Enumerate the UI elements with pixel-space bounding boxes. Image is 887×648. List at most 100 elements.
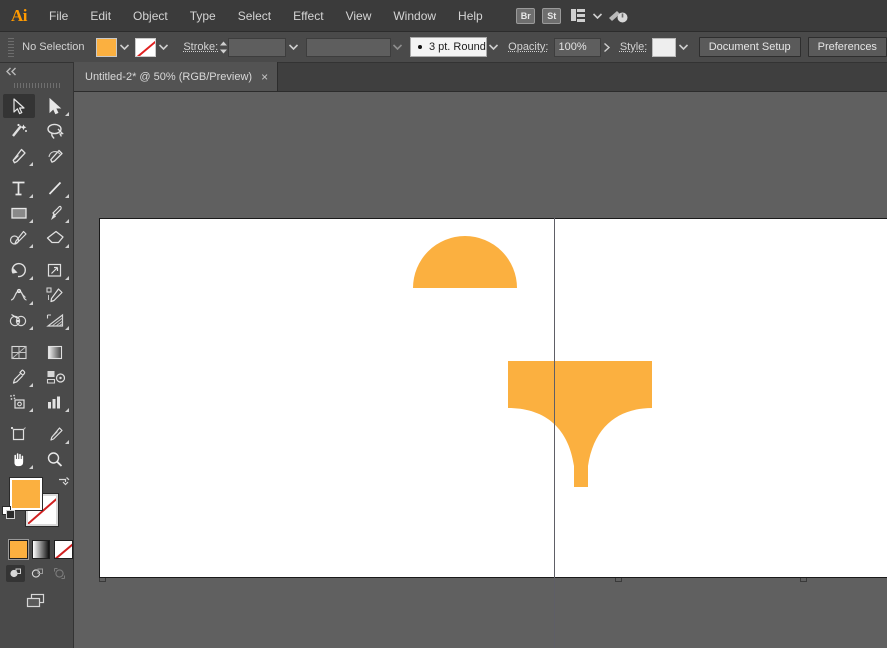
menu-item-edit[interactable]: Edit — [79, 0, 122, 32]
funnel-shape[interactable] — [508, 361, 654, 489]
stroke-weight-stepper[interactable] — [218, 37, 228, 57]
arrange-documents-button[interactable] — [565, 0, 591, 32]
color-mode-button[interactable] — [9, 540, 28, 559]
width-icon — [9, 287, 28, 304]
selection-tool[interactable] — [3, 94, 35, 118]
chevron-down-icon[interactable] — [591, 0, 605, 32]
opacity-options-icon[interactable] — [601, 38, 614, 57]
curvature-tool[interactable] — [40, 144, 72, 168]
app-logo-icon: Ai — [0, 0, 38, 32]
shaper-tool[interactable] — [3, 226, 35, 250]
menu-item-help[interactable]: Help — [447, 0, 494, 32]
menu-item-select[interactable]: Select — [227, 0, 282, 32]
draw-normal-button[interactable] — [6, 565, 25, 582]
menu-item-window[interactable]: Window — [382, 0, 447, 32]
lasso-tool[interactable] — [40, 119, 72, 143]
canvas-area[interactable] — [74, 92, 887, 648]
draw-behind-button[interactable] — [28, 565, 47, 582]
eyedropper-tool[interactable] — [3, 365, 35, 389]
rectangle-icon — [10, 205, 28, 221]
column-graph-tool[interactable] — [40, 390, 72, 414]
gradient-mode-button[interactable] — [32, 540, 51, 559]
hand-tool[interactable] — [3, 447, 35, 471]
close-icon[interactable]: × — [261, 71, 268, 83]
artboard-tool[interactable] — [3, 422, 35, 446]
graphic-style-swatch[interactable] — [652, 38, 676, 57]
slice-knife-icon — [47, 426, 64, 443]
menu-item-object[interactable]: Object — [122, 0, 179, 32]
blend-tool[interactable] — [40, 365, 72, 389]
eraser-tool[interactable] — [40, 226, 72, 250]
mesh-grid-icon — [10, 344, 28, 361]
zoom-tool[interactable] — [40, 447, 72, 471]
document-tab[interactable]: Untitled-2* @ 50% (RGB/Preview) × — [74, 62, 278, 91]
perspective-grid-tool[interactable] — [40, 308, 72, 332]
stroke-profile-chevron-icon[interactable] — [391, 38, 404, 57]
flyout-triangle-icon — [65, 219, 69, 223]
control-bar-grip[interactable] — [8, 36, 14, 58]
flyout-triangle-icon — [65, 112, 69, 116]
rectangle-tool[interactable] — [3, 201, 35, 225]
draw-inside-button[interactable] — [50, 565, 69, 582]
symbol-sprayer-tool[interactable] — [3, 390, 35, 414]
default-fill-stroke-button[interactable] — [2, 506, 16, 525]
stroke-color-control[interactable] — [135, 38, 171, 57]
slice-tool[interactable] — [40, 422, 72, 446]
workspace-switcher-button[interactable] — [605, 0, 631, 32]
bridge-button[interactable]: Br — [513, 0, 539, 32]
menu-item-view[interactable]: View — [335, 0, 383, 32]
stroke-weight-input[interactable] — [228, 38, 287, 57]
free-transform-tool[interactable] — [40, 283, 72, 307]
brush-definition-label: 3 pt. Round — [429, 41, 486, 53]
artboard-handle[interactable] — [800, 578, 807, 582]
menu-item-effect[interactable]: Effect — [282, 0, 334, 32]
direct-selection-tool[interactable] — [40, 94, 72, 118]
mesh-tool[interactable] — [3, 340, 35, 364]
artboard[interactable] — [99, 218, 887, 578]
change-screen-mode-button[interactable] — [0, 582, 73, 610]
menu-item-file[interactable]: File — [38, 0, 79, 32]
brush-definition-chevron-icon[interactable] — [487, 38, 500, 57]
preferences-button[interactable]: Preferences — [808, 37, 887, 57]
artboard-handle[interactable] — [615, 578, 622, 582]
control-bar: No Selection Stroke: 3 p — [0, 32, 887, 63]
stock-button[interactable]: St — [539, 0, 565, 32]
fill-dropdown-chevron-icon[interactable] — [117, 38, 132, 57]
vertical-guide[interactable] — [554, 218, 555, 648]
stroke-swatch[interactable] — [135, 38, 156, 57]
stroke-weight-chevron-icon[interactable] — [286, 38, 299, 57]
swap-fill-stroke-button[interactable] — [56, 476, 70, 495]
lasso-icon — [46, 123, 65, 140]
flyout-triangle-icon — [65, 408, 69, 412]
scale-tool[interactable] — [40, 258, 72, 282]
shape-builder-tool[interactable] — [3, 308, 35, 332]
paintbrush-tool[interactable] — [40, 201, 72, 225]
artboard-handle[interactable] — [99, 578, 106, 582]
flyout-triangle-icon — [65, 440, 69, 444]
magic-wand-tool[interactable] — [3, 119, 35, 143]
blend-icon — [46, 369, 65, 386]
type-tool[interactable] — [3, 176, 35, 200]
width-tool[interactable] — [3, 283, 35, 307]
none-mode-button[interactable] — [54, 540, 73, 559]
rotate-tool[interactable] — [3, 258, 35, 282]
opacity-input[interactable]: 100% — [554, 38, 601, 57]
line-segment-tool[interactable] — [40, 176, 72, 200]
brush-definition-select[interactable]: 3 pt. Round — [410, 37, 487, 57]
menu-item-type[interactable]: Type — [179, 0, 227, 32]
tools-panel-grip[interactable] — [0, 79, 73, 91]
collapse-panel-button[interactable] — [0, 63, 73, 79]
stroke-dropdown-chevron-icon[interactable] — [156, 38, 171, 57]
paintbrush-icon — [47, 205, 64, 222]
semicircle-shape[interactable] — [412, 232, 518, 290]
symbol-sprayer-icon — [9, 394, 28, 411]
artboard-icon — [10, 426, 28, 443]
fill-color-control[interactable] — [96, 38, 132, 57]
pen-tool[interactable] — [3, 144, 35, 168]
document-setup-button[interactable]: Document Setup — [699, 37, 801, 57]
perspective-grid-icon — [46, 312, 65, 329]
gradient-tool[interactable] — [40, 340, 72, 364]
stroke-profile-input[interactable] — [306, 38, 391, 57]
graphic-style-chevron-icon[interactable] — [676, 38, 689, 57]
fill-swatch[interactable] — [96, 38, 117, 57]
